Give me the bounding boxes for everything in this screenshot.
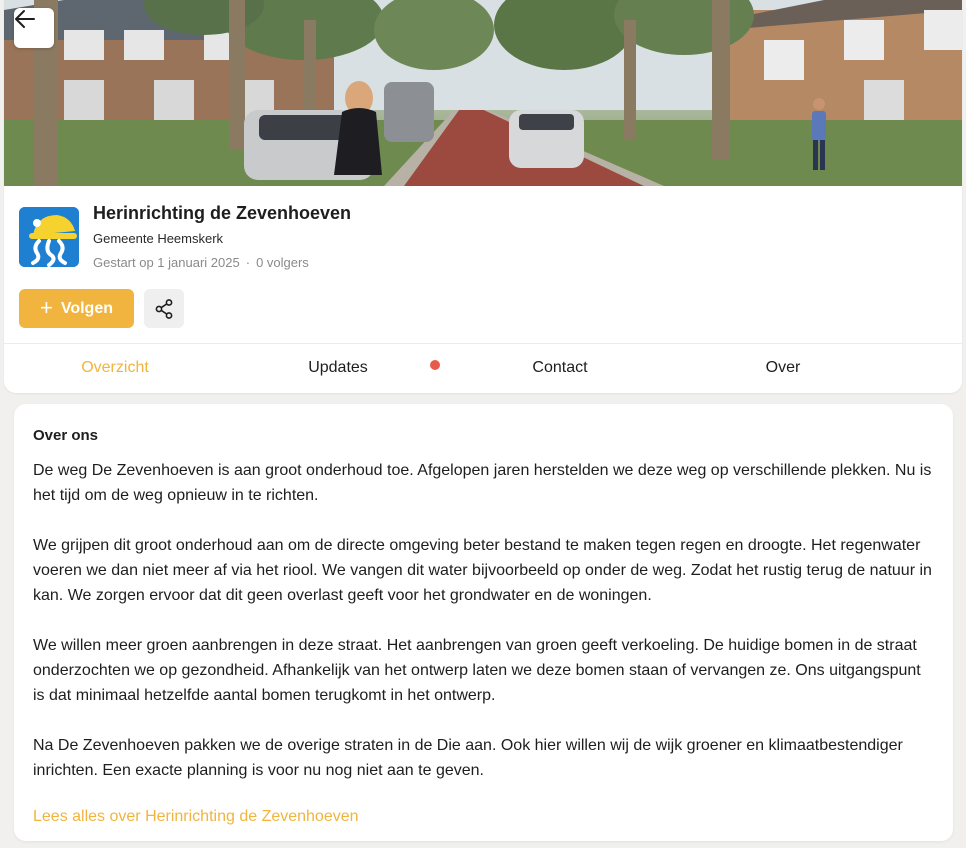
gemeente-heemskerk-logo (19, 207, 79, 267)
tabs-divider (4, 343, 962, 344)
about-card: Over ons De weg De Zevenhoeven is aan gr… (14, 404, 953, 841)
hero-image (4, 0, 962, 186)
updates-notification-dot (430, 360, 440, 370)
project-title: Herinrichting de Zevenhoeven (93, 203, 352, 223)
arrow-left-icon (15, 10, 35, 28)
tab-overzicht[interactable]: Overzicht (81, 359, 149, 377)
about-paragraph: We willen meer groen aanbrengen in deze … (33, 637, 921, 704)
organization-logo (19, 207, 79, 267)
section-title: Over ons (33, 427, 99, 444)
street-illustration (4, 0, 962, 186)
meta-separator: · (245, 255, 251, 270)
plus-icon: + (39, 294, 53, 320)
organization-name: Gemeente Heemskerk (93, 231, 224, 246)
share-button[interactable] (144, 289, 184, 328)
about-paragraph: We grijpen dit groot onderhoud aan om de… (33, 537, 932, 604)
start-date: Gestart op 1 januari 2025 (93, 255, 240, 270)
tab-contact[interactable]: Contact (532, 359, 587, 377)
follow-label: Volgen (60, 299, 113, 317)
tab-over[interactable]: Over (766, 359, 801, 377)
back-button[interactable] (14, 8, 54, 48)
follower-count: 0 volgers (256, 255, 309, 270)
read-more-link[interactable]: Lees alles over Herinrichting de Zevenho… (33, 808, 359, 826)
tab-updates[interactable]: Updates (308, 359, 368, 377)
share-icon (155, 298, 173, 319)
about-paragraph: Na De Zevenhoeven pakken we de overige s… (33, 737, 903, 779)
project-meta: Gestart op 1 januari 2025 · 0 volgers (93, 255, 309, 270)
about-paragraph: De weg De Zevenhoeven is aan groot onder… (33, 462, 932, 504)
follow-button[interactable]: + Volgen (19, 289, 134, 328)
project-header-card: Herinrichting de Zevenhoeven Gemeente He… (4, 0, 962, 393)
